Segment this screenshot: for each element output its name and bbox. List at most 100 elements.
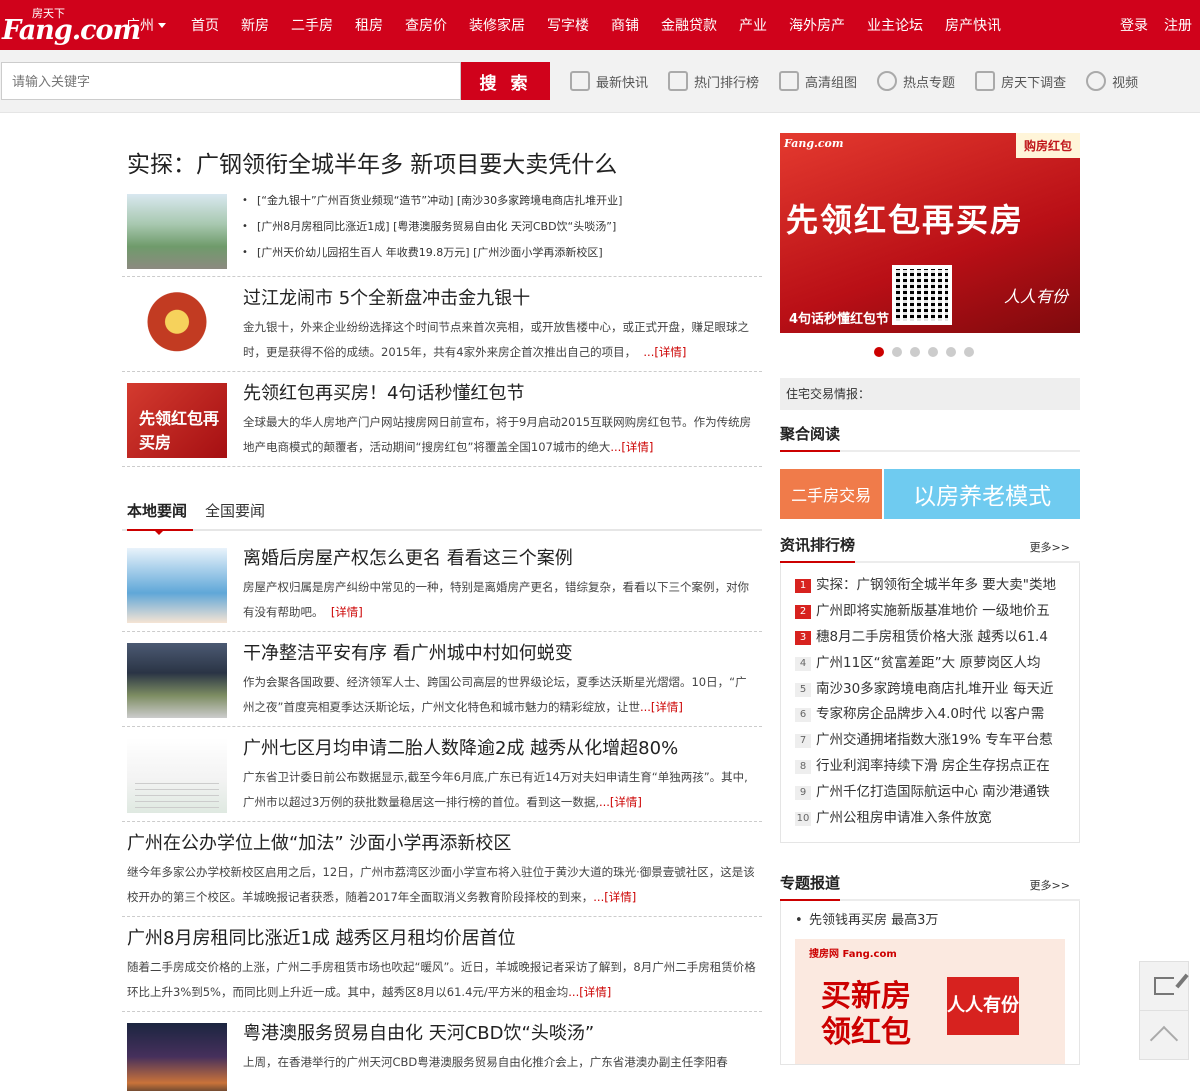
promo-banner[interactable]: Fang.com 购房红包 先领红包再买房 4句话秒懂红包节 人人有份 (780, 133, 1080, 333)
news-item: 广州在公办学位上做“加法” 沙面小学再添新校区 继今年多家公办学校新校区启用之后… (122, 822, 762, 917)
chart-icon (779, 71, 800, 91)
quick-link-video[interactable]: 视频 (1086, 71, 1138, 91)
details-link[interactable]: [详情] (331, 605, 363, 619)
nav-item-second-hand[interactable]: 二手房 (280, 15, 344, 35)
quick-link-latest[interactable]: 最新快讯 (570, 71, 648, 91)
login-link[interactable]: 登录 (1120, 15, 1148, 35)
top-story-link[interactable]: [广州8月房租同比涨近1成] [粤港澳服务贸易自由化 天河CBD饮“头啖汤”] (242, 220, 622, 246)
search-button[interactable]: 搜 索 (461, 62, 550, 100)
details-link[interactable]: ...[详情] (599, 795, 642, 809)
ranking-item[interactable]: 8 行业利润率持续下滑 房企生存拐点正在 (795, 754, 1065, 780)
details-link[interactable]: ...[详情] (640, 700, 683, 714)
top-story-links: [“金九银十”广州百货业频现“造节”冲动] [南沙30多家跨境电商店扎堆开业] … (242, 194, 622, 276)
ranking-item[interactable]: 4 广州11区“贫富差距”大 原萝岗区人均 (795, 651, 1065, 677)
nav-item-shops[interactable]: 商铺 (600, 15, 650, 35)
aggregate-ads: 二手房交易 以房养老模式 (780, 469, 1080, 519)
carousel-dot[interactable] (910, 347, 920, 357)
carousel-dots (874, 347, 1080, 365)
news-thumbnail[interactable] (127, 738, 227, 813)
right-sidebar: Fang.com 购房红包 先领红包再买房 4句话秒懂红包节 人人有份 住宅交易… (780, 133, 1080, 1065)
carousel-dot[interactable] (946, 347, 956, 357)
top-story-link[interactable]: [“金九银十”广州百货业频现“造节”冲动] [南沙30多家跨境电商店扎堆开业] (242, 194, 622, 220)
news-title[interactable]: 干净整洁平安有序 看广州城中村如何蜕变 (243, 643, 757, 665)
feature-item: 先领红包再买房 先领红包再买房！4句话秒懂红包节 全球最大的华人房地产门户网站搜… (122, 372, 762, 467)
news-thumbnail[interactable] (127, 548, 227, 623)
list-icon (570, 71, 590, 91)
nav-item-office[interactable]: 写字楼 (536, 15, 600, 35)
ranking-item[interactable]: 9 广州千亿打造国际航运中心 南沙港通铁 (795, 780, 1065, 806)
details-link[interactable]: ...[详情] (610, 440, 653, 454)
nav-item-decoration[interactable]: 装修家居 (458, 15, 536, 35)
ranking-item[interactable]: 3 穗8月二手房租赁价格大涨 越秀以61.4 (795, 625, 1065, 651)
news-summary: 广东省卫计委日前公布数据显示,截至今年6月底,广东已有近14万对夫妇申请生育“单… (243, 770, 748, 809)
news-title[interactable]: 广州七区月均申请二胎人数降逾2成 越秀从化增超80% (243, 738, 757, 760)
carousel-dot[interactable] (964, 347, 974, 357)
ranking-section-header: 资讯排行榜 更多>> (780, 519, 1080, 563)
quick-link-gallery[interactable]: 高清组图 (779, 71, 857, 91)
feature-thumbnail[interactable] (127, 288, 227, 363)
nav-item-home[interactable]: 首页 (180, 15, 230, 35)
quick-link-survey[interactable]: 房天下调查 (975, 71, 1066, 91)
nav-item-price-check[interactable]: 查房价 (394, 15, 458, 35)
topic-ad-banner[interactable]: 搜房网 Fang.com 买新房领红包 人人有份 (795, 939, 1065, 1064)
ranking-item[interactable]: 7 广州交通拥堵指数大涨19% 专车平台惹 (795, 728, 1065, 754)
thumbnail-text: 先领红包再买房 (139, 409, 220, 452)
ranking-item[interactable]: 10 广州公租房申请准入条件放宽 (795, 806, 1065, 832)
fang-logo[interactable]: 房天下 Fang.com (0, 0, 141, 50)
news-thumbnail[interactable] (127, 643, 227, 718)
details-link[interactable]: ...[详情] (568, 985, 611, 999)
feature-thumbnail[interactable]: 先领红包再买房 (127, 383, 227, 458)
main-nav: 首页 新房 二手房 租房 查房价 装修家居 写字楼 商铺 金融贷款 产业 海外房… (180, 15, 1012, 35)
carousel-dot[interactable] (892, 347, 902, 357)
ranking-item[interactable]: 6 专家称房企品牌步入4.0时代 以客户需 (795, 702, 1065, 728)
news-title[interactable]: 粤港澳服务贸易自由化 天河CBD饮“头啖汤” (243, 1023, 757, 1045)
quick-link-topics[interactable]: 热点专题 (877, 71, 955, 91)
top-story-thumbnail[interactable] (127, 194, 227, 269)
nav-item-rent[interactable]: 租房 (344, 15, 394, 35)
banner-tag: 购房红包 (1015, 133, 1080, 158)
more-link[interactable]: 更多>> (1030, 877, 1070, 893)
rank-number: 8 (795, 760, 811, 775)
nav-item-forum[interactable]: 业主论坛 (856, 15, 934, 35)
news-tabs: 本地要闻 全国要闻 (122, 493, 762, 535)
ranking-item[interactable]: 2 广州即将实施新版基准地价 一级地价五 (795, 599, 1065, 625)
more-link[interactable]: 更多>> (1030, 539, 1070, 555)
news-summary: 随着二手房成交价格的上涨，广州二手房租赁市场也吹起“暖风”。近日，羊城晚报记者采… (127, 960, 756, 999)
ranking-item[interactable]: 1 实探：广钢领衔全城半年多 要大卖"类地 (795, 573, 1065, 599)
details-link[interactable]: ...[详情] (643, 345, 686, 359)
ad-reverse-mortgage[interactable]: 以房养老模式 (884, 469, 1080, 519)
news-thumbnail[interactable] (127, 1023, 227, 1091)
feature-title[interactable]: 先领红包再买房！4句话秒懂红包节 (243, 383, 757, 405)
details-link[interactable]: ...[详情] (593, 890, 636, 904)
register-link[interactable]: 注册 (1164, 15, 1192, 35)
feedback-button[interactable] (1139, 961, 1189, 1011)
topic-item[interactable]: 先领钱再买房 最高3万 (795, 911, 1065, 931)
news-title[interactable]: 广州8月房租同比涨近1成 越秀区月租均价居首位 (127, 928, 757, 950)
carousel-dot[interactable] (928, 347, 938, 357)
search-input[interactable] (1, 62, 461, 100)
news-title[interactable]: 离婚后房屋产权怎么更名 看看这三个案例 (243, 548, 757, 570)
back-to-top-button[interactable] (1139, 1010, 1189, 1060)
ranking-item[interactable]: 5 南沙30多家跨境电商店扎堆开业 每天近 (795, 677, 1065, 703)
edit-icon (1154, 977, 1174, 995)
nav-item-new-homes[interactable]: 新房 (230, 15, 280, 35)
feature-title[interactable]: 过江龙闹市 5个全新盘冲击金九银十 (243, 288, 757, 310)
top-navigation: 房天下 Fang.com 广州 首页 新房 二手房 租房 查房价 装修家居 写字… (0, 0, 1200, 50)
nav-item-industry[interactable]: 产业 (728, 15, 778, 35)
carousel-dot[interactable] (874, 347, 884, 357)
rank-number: 6 (795, 708, 811, 723)
news-title[interactable]: 广州在公办学位上做“加法” 沙面小学再添新校区 (127, 833, 757, 855)
ad-second-hand-trade[interactable]: 二手房交易 (780, 469, 883, 519)
city-selector[interactable]: 广州 (126, 15, 166, 35)
page-headline[interactable]: 实探：广钢领衔全城半年多 新项目要大卖凭什么 (122, 133, 762, 185)
feature-item: 过江龙闹市 5个全新盘冲击金九银十 金九银十，外来企业纷纷选择这个时间节点来首次… (122, 277, 762, 372)
quick-link-ranking[interactable]: 热门排行榜 (668, 71, 759, 91)
tab-national-news[interactable]: 全国要闻 (205, 500, 265, 529)
tab-local-news[interactable]: 本地要闻 (127, 500, 194, 531)
nav-item-overseas[interactable]: 海外房产 (778, 15, 856, 35)
nav-item-finance[interactable]: 金融贷款 (650, 15, 728, 35)
top-story-link[interactable]: [广州天价幼儿园招生百人 年收费19.8万元] [广州沙面小学再添新校区] (242, 246, 622, 272)
play-icon (1086, 71, 1107, 91)
nav-item-news-flash[interactable]: 房产快讯 (934, 15, 1012, 35)
aggregate-section-header: 聚合阅读 (780, 410, 1080, 452)
